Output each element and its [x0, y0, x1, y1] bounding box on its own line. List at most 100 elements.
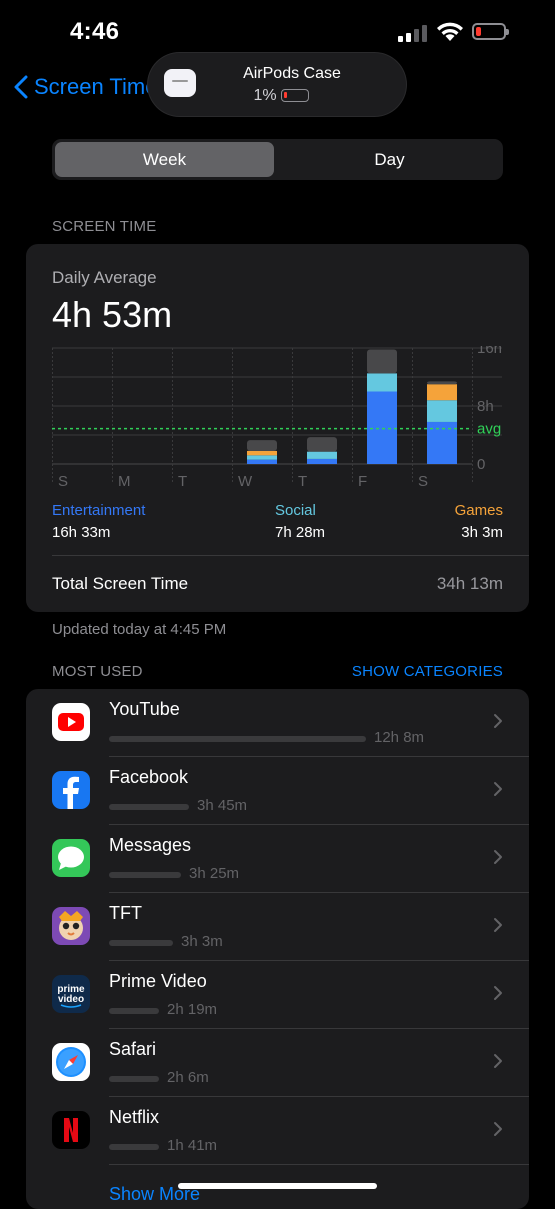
app-row-safari[interactable]: Safari 2h 6m: [26, 1029, 529, 1097]
bar-segment-social: [247, 455, 277, 460]
battery-icon: [472, 23, 509, 40]
usage-bar: [109, 1144, 159, 1150]
app-name: Netflix: [109, 1107, 160, 1127]
bar-segment-entertainment: [367, 391, 397, 464]
category-social-value: 7h 28m: [275, 524, 326, 541]
category-games-label: Games: [454, 502, 503, 519]
category-entertainment-label: Entertainment: [52, 502, 146, 519]
average-label: avg: [477, 421, 501, 438]
chevron-right-icon: [494, 1054, 502, 1068]
popup-battery-percent: 1%: [253, 87, 277, 104]
app-row-prime-video[interactable]: prime video Prime Video 2h 19m: [26, 961, 529, 1029]
app-name: Safari: [109, 1039, 157, 1059]
category-games-value: 3h 3m: [461, 524, 503, 541]
back-button[interactable]: Screen Time: [14, 74, 158, 100]
status-time: 4:46: [70, 18, 120, 45]
day-label: T: [298, 473, 307, 490]
chevron-right-icon: [494, 714, 502, 728]
bar-segment-social: [367, 373, 397, 392]
bar-segment-entertainment: [247, 459, 277, 464]
segment-week[interactable]: Week: [55, 142, 274, 177]
app-name: YouTube: [109, 699, 180, 719]
chevron-right-icon: [494, 850, 502, 864]
prime-video-icon: prime video: [52, 975, 90, 1013]
usage-bar: [109, 940, 173, 946]
usage-bar: [109, 804, 189, 810]
low-battery-icon: [280, 89, 309, 103]
app-duration: 3h 3m: [181, 933, 223, 950]
app-row-messages[interactable]: Messages 3h 25m: [26, 825, 529, 893]
row-separator: [109, 1164, 529, 1165]
day-label: S: [418, 473, 428, 490]
app-row-facebook[interactable]: Facebook 3h 45m: [26, 757, 529, 825]
usage-bar: [109, 736, 366, 742]
bar-segment-social: [307, 451, 337, 459]
chevron-left-icon: [14, 75, 28, 99]
facebook-icon: [52, 771, 90, 809]
app-duration: 1h 41m: [167, 1137, 218, 1154]
app-name: Prime Video: [109, 971, 207, 991]
popup-battery: 1%: [148, 87, 406, 105]
app-name: Facebook: [109, 767, 189, 787]
cellular-signal-icon: [398, 24, 428, 42]
y-tick-label: 0: [477, 456, 485, 473]
y-tick-label: 8h: [477, 398, 494, 415]
messages-icon: [52, 839, 90, 877]
daily-average-label: Daily Average: [52, 268, 157, 287]
day-label: S: [58, 473, 68, 490]
chevron-right-icon: [494, 986, 502, 1000]
youtube-icon: [52, 703, 90, 741]
usage-bar: [109, 1008, 159, 1014]
category-social-label: Social: [275, 502, 316, 519]
app-duration: 2h 19m: [167, 1001, 218, 1018]
daily-average-value: 4h 53m: [52, 294, 173, 335]
screen-time-card: Daily Average 4h 53m S M T W T F Savg 16h 8h 0 En…: [26, 244, 529, 612]
home-indicator[interactable]: [178, 1183, 377, 1189]
day-label: F: [358, 473, 367, 490]
most-used-list: YouTube 12h 8m Facebook 3h 45m Messages 3h 25…: [26, 689, 529, 1209]
safari-icon: [52, 1043, 90, 1081]
total-screen-time-label: Total Screen Time: [52, 574, 189, 593]
app-row-netflix[interactable]: Netflix 1h 41m: [26, 1097, 529, 1165]
app-row-tft[interactable]: TFT 3h 3m: [26, 893, 529, 961]
bar-segment-games: [247, 450, 277, 456]
day-label: M: [118, 473, 131, 490]
card-divider: [52, 555, 529, 556]
category-entertainment-value: 16h 33m: [52, 524, 111, 541]
period-segmented-control: Week Day: [52, 139, 503, 180]
segment-day[interactable]: Day: [280, 142, 499, 177]
chevron-right-icon: [494, 1122, 502, 1136]
app-duration: 3h 25m: [189, 865, 240, 882]
show-categories-link[interactable]: SHOW CATEGORIES: [352, 663, 503, 680]
svg-text:video: video: [58, 994, 84, 1005]
back-label: Screen Time: [34, 74, 158, 99]
day-label: W: [238, 473, 253, 490]
app-name: TFT: [109, 903, 142, 923]
app-duration: 3h 45m: [197, 797, 248, 814]
usage-bar: [109, 872, 181, 878]
chevron-right-icon: [494, 782, 502, 796]
popup-title: AirPods Case: [243, 65, 341, 82]
app-name: Messages: [109, 835, 192, 855]
screen-time-section-label: SCREEN TIME: [52, 218, 157, 235]
bar-segment-games: [427, 384, 457, 401]
bar-segment-entertainment: [307, 458, 337, 464]
y-tick-label: 16h: [477, 346, 502, 357]
app-duration: 2h 6m: [167, 1069, 209, 1086]
bar-segment-other: [427, 381, 457, 385]
weekly-usage-chart[interactable]: S M T W T F Savg 16h 8h 0: [52, 346, 502, 496]
wifi-icon: [437, 22, 463, 41]
bar-segment-social: [427, 400, 457, 422]
bar-segment-other: [247, 440, 277, 451]
day-label: T: [178, 473, 187, 490]
netflix-icon: [52, 1111, 90, 1149]
most-used-section-label: MOST USED: [52, 663, 143, 680]
usage-bar: [109, 1076, 159, 1082]
total-screen-time-value: 34h 13m: [436, 574, 503, 593]
bar-segment-other: [367, 349, 397, 374]
app-row-youtube[interactable]: YouTube 12h 8m: [26, 689, 529, 757]
chevron-right-icon: [494, 918, 502, 932]
bar-segment-other: [307, 437, 337, 452]
updated-timestamp: Updated today at 4:45 PM: [52, 621, 227, 638]
airpods-battery-popup[interactable]: AirPods Case 1%: [148, 53, 406, 116]
